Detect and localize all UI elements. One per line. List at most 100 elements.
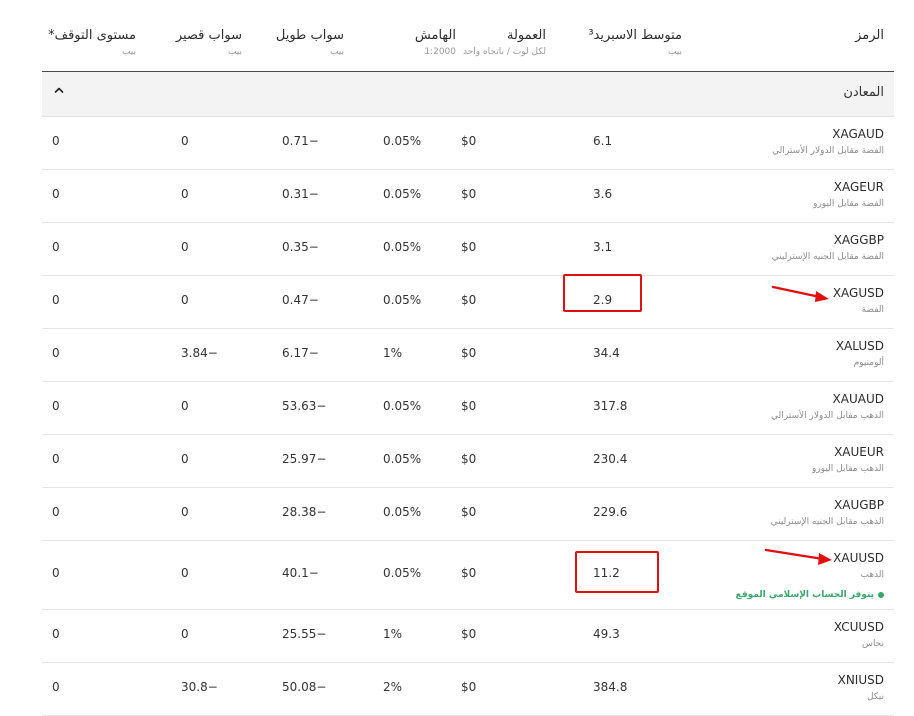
header-stop-level-title: مستوى التوقف* xyxy=(48,28,136,43)
symbol-code[interactable]: XAGEUR xyxy=(813,180,884,195)
symbol-cell[interactable]: XAGGBP الفضة مقابل الجنيه الإسترليني xyxy=(772,233,884,264)
table-row: 0 0 25.97− 0.05% $0 230.4 XAUEUR الذهب مقابل ال… xyxy=(42,435,894,488)
symbol-code[interactable]: XALUSD xyxy=(836,339,884,354)
symbol-code[interactable]: XAGGBP xyxy=(772,233,884,248)
symbol-cell[interactable]: XALUSD ألومنيوم xyxy=(836,339,884,370)
swap-short-cell: 30.8− xyxy=(181,680,218,694)
header-swap-long-title: سواب طويل xyxy=(275,28,344,43)
symbol-cell[interactable]: XAGEUR الفضة مقابل اليورو xyxy=(813,180,884,211)
stop-level-cell: 0 xyxy=(52,566,60,580)
table-row: 0 0 0.31− 0.05% $0 3.6 XAGEUR الفضة مقابل اليور… xyxy=(42,170,894,223)
symbol-code[interactable]: XAUEUR xyxy=(812,445,884,460)
symbol-code[interactable]: XAGUSD xyxy=(833,286,884,301)
margin-cell: 0.05% xyxy=(383,505,422,519)
swap-long-cell: 50.08− xyxy=(282,680,327,694)
symbol-cell[interactable]: XAUAUD الذهب مقابل الدولار الأسترالي xyxy=(771,392,884,423)
header-margin-title: الهامش xyxy=(414,28,456,43)
table-row: 0 0 53.63− 0.05% $0 317.8 XAUAUD الذهب مقابل ال… xyxy=(42,382,894,435)
commission-cell: $0 xyxy=(461,566,477,580)
header-commission: العمولة لكل لوت / باتجاه واحد xyxy=(463,28,546,59)
stop-level-cell: 0 xyxy=(52,399,60,413)
header-stop-level-sub: بيب xyxy=(121,47,136,57)
spread-cell: 34.4 xyxy=(593,346,620,360)
swap-long-cell: 0.31− xyxy=(282,187,319,201)
chevron-up-icon[interactable] xyxy=(52,84,66,98)
table-row: 0 0 0.47− 0.05% $0 2.9 XAGUSD الفضة xyxy=(42,276,894,329)
header-swap-long-sub: بيب xyxy=(329,47,344,57)
symbol-cell[interactable]: XAUGBP الذهب مقابل الجنيه الإسترليني xyxy=(771,498,884,529)
stop-level-cell: 0 xyxy=(52,452,60,466)
table-row: 0 3.84− 6.17− 1% $0 34.4 XALUSD ألومنيوم xyxy=(42,329,894,382)
stop-level-cell: 0 xyxy=(52,346,60,360)
stop-level-cell: 0 xyxy=(52,187,60,201)
arrow-icon-xauusd xyxy=(764,548,832,565)
margin-cell: 2% xyxy=(383,680,403,694)
header-margin-sub: 1:2000 xyxy=(424,47,456,57)
symbol-name: الفضة xyxy=(861,305,884,315)
swap-short-cell: 0 xyxy=(181,187,189,201)
swap-long-cell: 25.55− xyxy=(282,627,327,641)
commission-cell: $0 xyxy=(461,399,477,413)
swap-short-cell: 0 xyxy=(181,452,189,466)
header-commission-sub: لكل لوت / باتجاه واحد xyxy=(462,47,546,57)
symbol-cell[interactable]: XNIUSD نيكل xyxy=(838,673,884,704)
swap-short-cell: 0 xyxy=(181,134,189,148)
commission-cell: $0 xyxy=(461,680,477,694)
stop-level-cell: 0 xyxy=(52,134,60,148)
section-metals[interactable]: المعادن xyxy=(42,72,894,117)
status-dot-icon xyxy=(878,591,884,598)
section-title: المعادن xyxy=(843,85,884,100)
table-row: 0 30.8− 50.08− 2% $0 384.8 XNIUSD نيكل xyxy=(42,663,894,716)
swap-long-cell: 0.47− xyxy=(282,293,319,307)
symbol-code[interactable]: XAUAUD xyxy=(771,392,884,407)
symbol-code[interactable]: XNIUSD xyxy=(838,673,884,688)
spread-cell: 6.1 xyxy=(593,134,613,148)
swap-short-cell: 0 xyxy=(181,566,189,580)
margin-cell: 0.05% xyxy=(383,187,422,201)
symbol-code[interactable]: XAGAUD xyxy=(772,127,884,142)
stop-level-cell: 0 xyxy=(52,293,60,307)
symbol-code[interactable]: XCUUSD xyxy=(834,620,884,635)
symbol-cell[interactable]: XAGAUD الفضة مقابل الدولار الأسترالي xyxy=(772,127,884,158)
symbol-name: نحاس xyxy=(861,639,884,649)
spread-cell: 3.6 xyxy=(593,187,613,201)
swap-long-cell: 6.17− xyxy=(282,346,319,360)
instruments-table: الرمز متوسط الاسبريد³ بيب العمولة لكل لو… xyxy=(42,0,894,716)
header-swap-short-sub: بيب xyxy=(227,47,242,57)
stop-level-cell: 0 xyxy=(52,680,60,694)
commission-cell: $0 xyxy=(461,346,477,360)
swap-long-cell: 0.35− xyxy=(282,240,319,254)
symbol-name: الذهب مقابل اليورو xyxy=(811,464,884,474)
margin-cell: 1% xyxy=(383,346,403,360)
table-header: الرمز متوسط الاسبريد³ بيب العمولة لكل لو… xyxy=(42,0,894,72)
symbol-cell[interactable]: XAGUSD الفضة xyxy=(833,286,884,317)
symbol-cell[interactable]: XCUUSD نحاس xyxy=(834,620,884,651)
margin-cell: 0.05% xyxy=(383,452,422,466)
swap-short-cell: 0 xyxy=(181,505,189,519)
symbol-name: الذهب xyxy=(860,570,884,580)
table-row: 0 0 0.35− 0.05% $0 3.1 XAGGBP الفضة مقابل الجني… xyxy=(42,223,894,276)
spread-cell: 317.8 xyxy=(593,399,628,413)
header-spread-sub: بيب xyxy=(667,47,682,57)
margin-cell: 1% xyxy=(383,627,403,641)
symbol-name: ألومنيوم xyxy=(853,358,884,368)
margin-cell: 0.05% xyxy=(383,134,422,148)
margin-cell: 0.05% xyxy=(383,293,422,307)
arrow-icon-xagusd xyxy=(771,285,829,302)
spread-cell: 49.3 xyxy=(593,627,620,641)
highlight-box-xagusd-spread xyxy=(563,274,642,312)
symbol-code[interactable]: XAUGBP xyxy=(771,498,884,513)
symbol-name: الفضة مقابل الدولار الأسترالي xyxy=(772,146,884,156)
swap-long-cell: 53.63− xyxy=(282,399,327,413)
swap-short-cell: 0 xyxy=(181,399,189,413)
spread-cell: 3.1 xyxy=(593,240,613,254)
swap-short-cell: 0 xyxy=(181,627,189,641)
spread-cell: 384.8 xyxy=(593,680,628,694)
header-swap-short-title: سواب قصير xyxy=(175,28,242,43)
commission-cell: $0 xyxy=(461,240,477,254)
swap-short-cell: 3.84− xyxy=(181,346,218,360)
symbol-cell[interactable]: XAUEUR الذهب مقابل اليورو xyxy=(812,445,884,476)
commission-cell: $0 xyxy=(461,452,477,466)
commission-cell: $0 xyxy=(461,293,477,307)
swap-short-cell: 0 xyxy=(181,240,189,254)
